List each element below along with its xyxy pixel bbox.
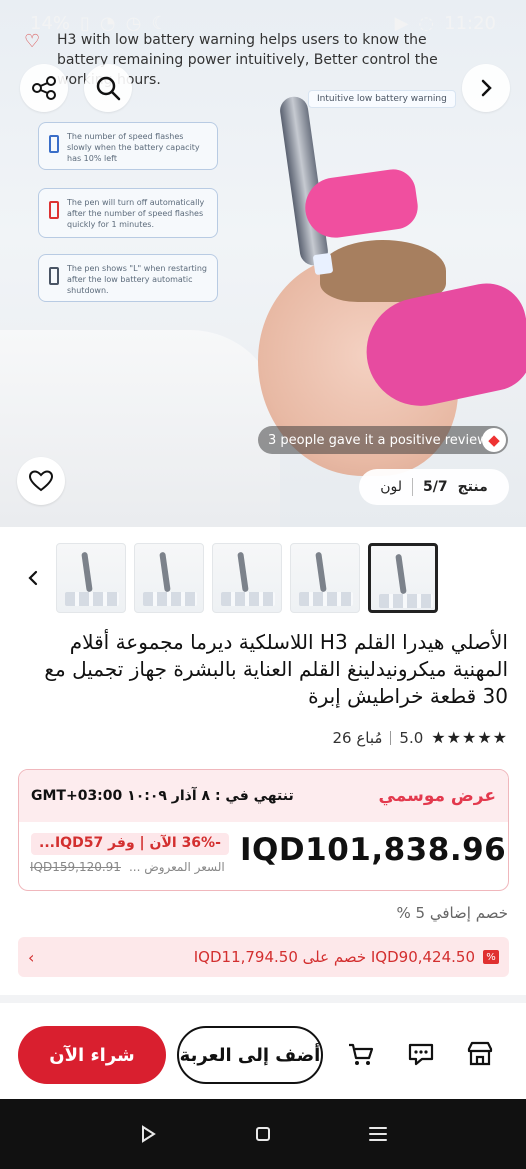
hair-shape — [320, 240, 446, 302]
promo-header: تنتهي في : ٨ آذار ١٠:٠٩ GMT+03:00 عرض مو… — [19, 770, 508, 822]
sold-count: 26 مُباع — [332, 728, 383, 747]
info-card-1: The number of speed flashes slowly when … — [38, 122, 218, 170]
add-to-cart-button[interactable]: أضف إلى العربة — [177, 1026, 323, 1084]
rating-separator — [390, 730, 392, 745]
current-price: IQD101,838.96 — [240, 832, 507, 868]
search-icon — [96, 76, 121, 101]
bottom-action-bar: شراء الآن أضف إلى العربة — [0, 1003, 526, 1099]
nav-recents-button[interactable] — [364, 1120, 392, 1148]
home-square-icon — [255, 1127, 270, 1141]
heart-icon — [28, 470, 54, 492]
chevron-right-icon — [481, 79, 492, 97]
promo-ends: تنتهي في : ٨ آذار ١٠:٠٩ GMT+03:00 — [31, 788, 294, 804]
old-price: IQD159,120.91 — [30, 860, 121, 874]
store-button[interactable] — [462, 1036, 498, 1072]
fire-icon: ◆ — [482, 428, 506, 452]
extra-discount: خصم إضافي 5 % — [396, 904, 508, 922]
thumbnail-4[interactable] — [290, 543, 360, 613]
warning-tag: Intuitive low battery warning — [308, 90, 456, 108]
thumbnail-5-selected[interactable] — [368, 543, 438, 613]
product-title: الأصلي هيدرا القلم H3 اللاسلكية ديرما مج… — [44, 630, 508, 708]
cart-button[interactable] — [343, 1036, 379, 1072]
chat-icon — [408, 1043, 434, 1066]
image-counter-pill[interactable]: لون 5/7 منتج — [359, 469, 509, 505]
next-image-button[interactable] — [462, 64, 510, 112]
old-price-label: السعر المعروض ... — [128, 860, 225, 874]
share-icon — [32, 76, 56, 100]
coupon-chevron-icon: ‹ — [28, 947, 35, 967]
thumbnail-2[interactable] — [134, 543, 204, 613]
share-button[interactable] — [20, 64, 68, 112]
thumbnail-3[interactable] — [212, 543, 282, 613]
color-label: لون — [380, 479, 402, 495]
review-pill: 3 people gave it a positive review ◆ — [258, 426, 508, 454]
cart-icon — [349, 1043, 374, 1065]
counter-label: منتج — [457, 479, 488, 495]
rating-value: 5.0 — [399, 728, 424, 747]
favorite-button[interactable] — [17, 457, 65, 505]
menu-lines-icon — [369, 1127, 388, 1141]
chevron-left-icon — [28, 570, 38, 586]
review-pill-text: 3 people gave it a positive review — [268, 432, 488, 448]
battery-gray-icon — [49, 267, 59, 285]
buy-now-button[interactable]: شراء الآن — [18, 1026, 166, 1084]
coupon-badge: % — [483, 950, 499, 964]
discount-badge: -36% الآن | وفر IQD57... — [31, 833, 229, 855]
promo-label: عرض موسمي — [378, 786, 496, 806]
glove-top-shape — [301, 166, 421, 242]
counter-separator — [411, 478, 413, 496]
pen-tip-shape — [312, 252, 334, 276]
info-card-1-text: The number of speed flashes slowly when … — [67, 132, 200, 163]
battery-blue-icon — [49, 135, 59, 153]
battery-red-icon — [49, 201, 59, 219]
thumbnail-row — [18, 543, 510, 613]
nav-back-button[interactable] — [134, 1120, 162, 1148]
coupon-text: IQD90,424.50 خصم على IQD11,794.50 — [193, 948, 475, 966]
old-price-row: السعر المعروض ... IQD159,120.91 — [30, 860, 225, 874]
caption-heart-icon: ♡ — [24, 31, 41, 52]
info-card-3-text: The pen shows "L" when restarting after … — [67, 264, 207, 295]
back-triangle-icon — [141, 1125, 156, 1143]
counter-value: 5/7 — [422, 479, 448, 495]
chat-button[interactable] — [403, 1036, 439, 1072]
rating-stars: ★★★★★ — [431, 728, 508, 747]
section-divider — [0, 995, 526, 1003]
product-image-hero[interactable]: 14% ▯ ◔ ◷ ☾ ▶ ◌ 11:20 ♡ H3 with low batt… — [0, 0, 526, 527]
rating-row[interactable]: 26 مُباع 5.0 ★★★★★ — [332, 728, 508, 747]
info-card-3: The pen shows "L" when restarting after … — [38, 254, 218, 302]
store-icon — [467, 1041, 493, 1066]
thumbnail-1[interactable] — [56, 543, 126, 613]
info-card-2: The pen will turn off automatically afte… — [38, 188, 218, 238]
android-nav-bar — [0, 1099, 526, 1169]
info-card-2-text: The pen will turn off automatically afte… — [67, 198, 205, 229]
nav-home-button[interactable] — [249, 1120, 277, 1148]
coupon-row[interactable]: ‹ IQD90,424.50 خصم على IQD11,794.50 % — [18, 937, 509, 977]
thumb-back-button[interactable] — [18, 563, 48, 593]
search-button[interactable] — [84, 64, 132, 112]
